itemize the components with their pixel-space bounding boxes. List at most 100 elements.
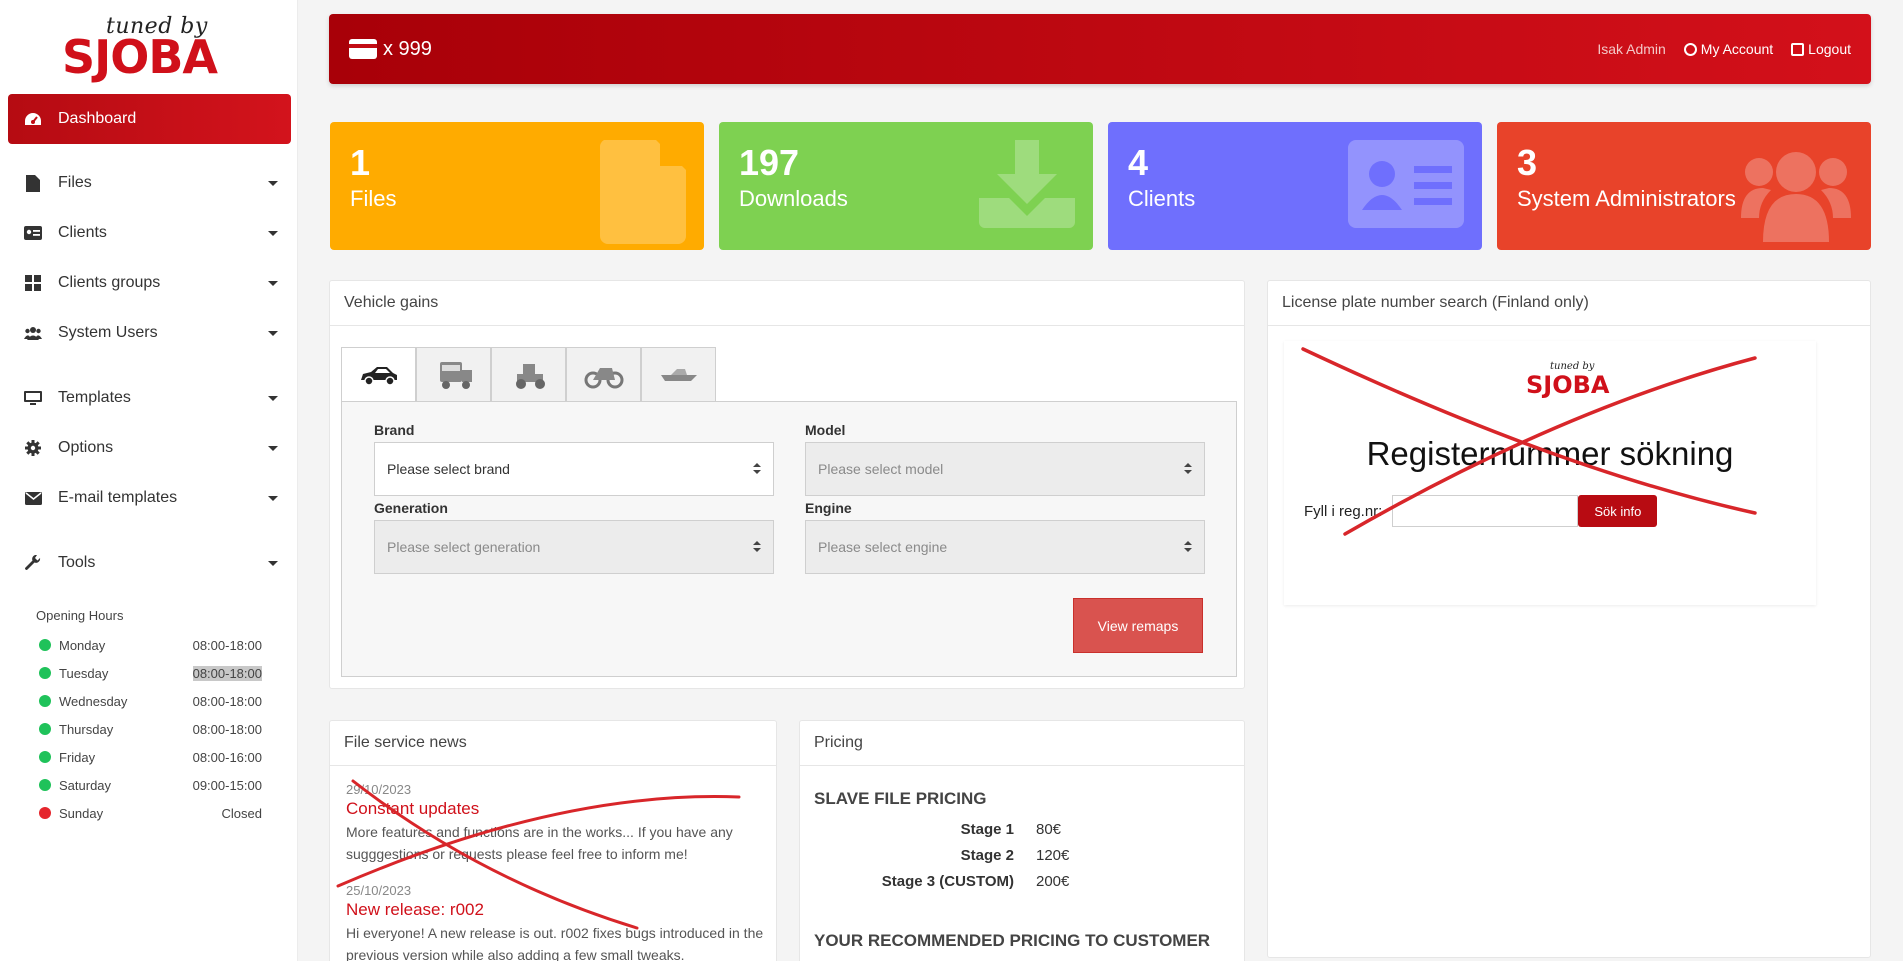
users-icon [24, 324, 42, 342]
sidebar-item-label: Clients [58, 224, 107, 241]
stat-card-clients[interactable]: 4 Clients [1108, 122, 1482, 250]
stat-card-files[interactable]: 1 Files [330, 122, 704, 250]
brand-select[interactable]: Please select brand [374, 442, 774, 496]
stat-value: 4 [1128, 142, 1149, 183]
chevron-down-icon [268, 330, 278, 336]
sidebar-item-options[interactable]: Options [0, 428, 298, 468]
stat-card-downloads[interactable]: 197 Downloads [719, 122, 1093, 250]
generation-select-value: Please select generation [387, 539, 541, 555]
day-hours: 08:00-18:00 [192, 721, 262, 737]
hours-row: Thursday 08:00-18:00 [36, 715, 262, 743]
sidebar-item-label: Options [58, 439, 114, 456]
stat-label: Downloads [739, 186, 848, 211]
day-hours: 08:00-16:00 [192, 749, 262, 765]
logout-link[interactable]: Logout [1791, 41, 1851, 57]
my-account-link[interactable]: My Account [1683, 41, 1774, 57]
wrench-icon [24, 554, 42, 572]
logo[interactable]: tuned by SJOBA [62, 14, 238, 84]
model-select-value: Please select model [818, 461, 944, 477]
news-title-link[interactable]: Constant updates [346, 799, 764, 819]
model-select[interactable]: Please select model [805, 442, 1205, 496]
hours-row: Friday 08:00-16:00 [36, 743, 262, 771]
logo: tuned by SJOBA [1526, 361, 1609, 399]
brand-select-value: Please select brand [387, 461, 510, 477]
credits-value: x 999 [383, 37, 432, 60]
day-name: Tuesday [59, 665, 109, 681]
sidebar-item-system-users[interactable]: System Users [0, 313, 298, 353]
closed-status-dot [39, 807, 51, 819]
tab-boat[interactable] [641, 347, 716, 402]
price-stage: Stage 2 [960, 847, 1014, 864]
hours-row: Wednesday 08:00-18:00 [36, 687, 262, 715]
pricing-panel: Pricing SLAVE FILE PRICING Stage 1 80€ S… [799, 720, 1245, 961]
news-item: 25/10/2023 New release: r002 Hi everyone… [346, 883, 764, 961]
day-hours: 08:00-18:00 [192, 665, 262, 681]
sidebar-item-clients-groups[interactable]: Clients groups [0, 263, 298, 303]
tab-truck[interactable] [416, 347, 491, 402]
logout-icon [1791, 42, 1805, 56]
reg-number-label: Fyll i reg.nr: [1304, 502, 1383, 520]
open-status-dot [39, 779, 51, 791]
my-account-label: My Account [1700, 41, 1774, 57]
open-status-dot [39, 695, 51, 707]
top-bar: x 999 Isak Admin My Account Logout [329, 14, 1871, 84]
stat-card-system-administrators[interactable]: 3 System Administrators [1497, 122, 1871, 250]
news-text: Hi everyone! A new release is out. r002 … [346, 925, 764, 961]
news-title-link[interactable]: New release: r002 [346, 900, 764, 920]
stat-value: 197 [739, 142, 800, 183]
stat-value: 1 [350, 142, 371, 183]
sidebar-item-clients[interactable]: Clients [0, 213, 298, 253]
stat-value: 3 [1517, 142, 1538, 183]
tab-car[interactable] [341, 347, 416, 402]
sidebar-item-dashboard[interactable]: Dashboard [8, 94, 291, 144]
hours-row: Sunday Closed [36, 799, 262, 827]
engine-label: Engine [805, 500, 852, 516]
sidebar-item-label: Files [58, 174, 92, 191]
price-stage: Stage 1 [960, 821, 1014, 838]
reg-number-input[interactable] [1392, 495, 1579, 527]
chevron-down-icon [268, 230, 278, 236]
search-info-button[interactable]: Sök info [1578, 495, 1658, 527]
brand-label: Brand [374, 422, 415, 438]
sidebar-item-label: Dashboard [58, 110, 137, 127]
logout-label: Logout [1808, 41, 1851, 57]
tab-tractor[interactable] [491, 347, 566, 402]
sidebar-item-label: E-mail templates [58, 489, 178, 506]
grid-icon [24, 274, 42, 292]
chevron-down-icon [268, 445, 278, 451]
user-menu: Isak Admin My Account Logout [1597, 14, 1851, 84]
tab-motorcycle[interactable] [566, 347, 641, 402]
current-user-name[interactable]: Isak Admin [1597, 41, 1665, 57]
sidebar-item-label: Clients groups [58, 274, 161, 291]
hours-row: Monday 08:00-18:00 [36, 631, 262, 659]
view-remaps-button[interactable]: View remaps [1073, 598, 1203, 653]
day-hours: 08:00-18:00 [192, 693, 262, 709]
price-stage: Stage 3 (CUSTOM) [881, 873, 1014, 890]
generation-select[interactable]: Please select generation [374, 520, 774, 574]
price-row: Stage 2 120€ [814, 847, 1094, 873]
sidebar-item-label: Tools [58, 554, 96, 571]
sidebar-item-files[interactable]: Files [0, 163, 298, 203]
license-plate-heading: Registernummer sökning [1366, 435, 1734, 472]
sidebar-item-templates[interactable]: Templates [0, 378, 298, 418]
sidebar-item-email-templates[interactable]: E-mail templates [0, 478, 298, 518]
engine-select[interactable]: Please select engine [805, 520, 1205, 574]
vehicle-type-tabs [341, 347, 716, 402]
id-card-icon [1348, 140, 1464, 228]
day-name: Monday [59, 637, 106, 653]
day-hours: 08:00-18:00 [192, 637, 262, 653]
news-text: More features and functions are in the w… [346, 824, 733, 862]
truck-icon [439, 361, 472, 389]
panel-title: License plate number search (Finland onl… [1268, 281, 1870, 326]
motorcycle-icon [584, 367, 623, 388]
news-item: 29/10/2023 Constant updates More feature… [346, 782, 764, 865]
select-arrows-icon [1184, 463, 1192, 475]
day-name: Thursday [59, 721, 114, 737]
user-circle-icon [1683, 42, 1697, 56]
logo-tagline: tuned by [1550, 361, 1595, 372]
sidebar-item-tools[interactable]: Tools [0, 543, 298, 583]
engine-select-value: Please select engine [818, 539, 948, 555]
file-icon [600, 140, 686, 244]
sidebar: tuned by SJOBA Dashboard Files Clients C… [0, 0, 298, 961]
sidebar-item-label: Templates [58, 389, 131, 406]
